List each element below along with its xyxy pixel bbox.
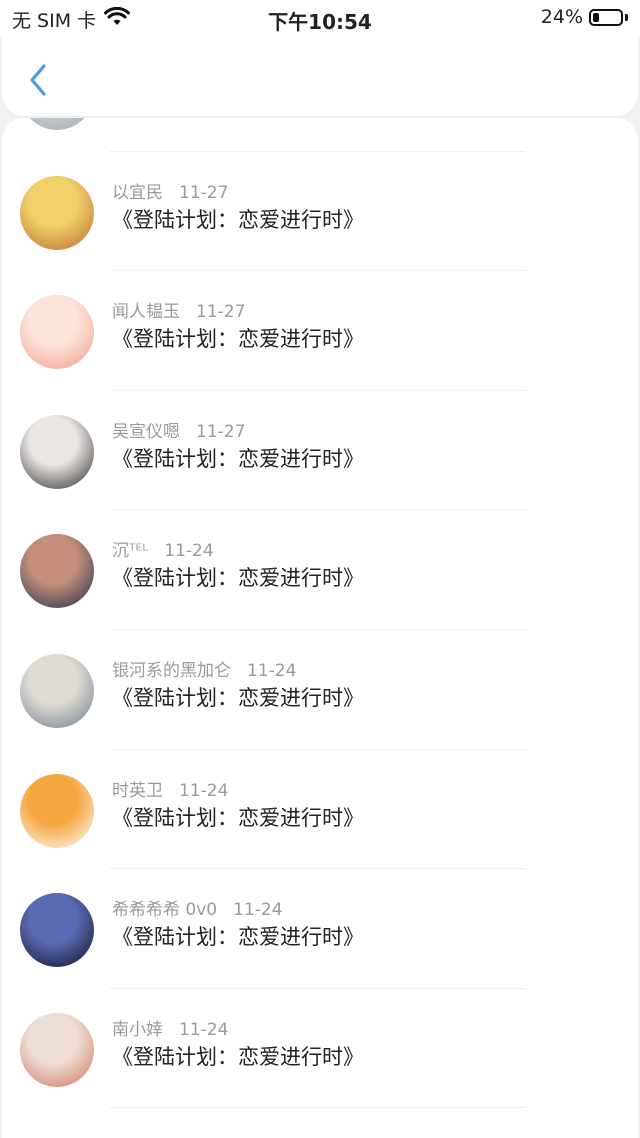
name-line: 南小婞 11-24 (112, 1015, 228, 1040)
name-line: 闻人韫玉 11-27 (112, 297, 245, 322)
message-text: 《登陆计划：恋爱进行时》 (112, 925, 364, 950)
comment-date: 11-27 (179, 182, 229, 203)
chevron-left-icon (30, 64, 46, 96)
comment-date: 11-24 (247, 660, 297, 681)
list-item[interactable]: 沉ᵀᴱᴸ 11-24 《登陆计划：恋爱进行时》 (2, 510, 638, 630)
name-line: 以宜民 11-27 (112, 178, 228, 203)
status-bar: 无 SIM 卡 下午10:54 24% (0, 0, 640, 36)
message-text: 《登陆计划：恋爱进行时》 (112, 685, 364, 710)
battery-percent: 24% (540, 6, 583, 28)
user-name[interactable]: 时英卫 (112, 781, 163, 801)
battery-icon (589, 8, 623, 26)
comment-date: 11-24 (164, 541, 214, 562)
message-text: 《登陆计划：恋爱进行时》 (112, 207, 364, 232)
message-text: 《登陆计划：恋爱进行时》 (112, 327, 364, 352)
navigation-bar (2, 36, 638, 116)
list-item[interactable]: 吴宣仪嗯 11-27 《登陆计划：恋爱进行时》 (2, 391, 638, 511)
user-name[interactable]: 南小婞 (112, 1020, 163, 1040)
name-line: 吴宣仪嗯 11-27 (112, 417, 245, 442)
list-item[interactable]: 以宜民 11-27 《登陆计划：恋爱进行时》 (2, 152, 638, 272)
user-name[interactable]: 银河系的黑加仑 (112, 661, 231, 681)
back-button[interactable] (20, 58, 56, 102)
comment-date: 11-24 (179, 780, 229, 801)
list-item[interactable]: 闻人韫玉 11-27 《登陆计划：恋爱进行时》 (2, 271, 638, 391)
battery-tip (625, 13, 628, 21)
battery-fill (593, 12, 599, 22)
avatar[interactable] (20, 893, 94, 968)
comment-date: 11-27 (196, 421, 246, 442)
avatar[interactable] (20, 295, 94, 370)
list-item[interactable]: 南小婞 11-24 《登陆计划：恋爱进行时》 (2, 989, 638, 1109)
user-name[interactable]: 吴宣仪嗯 (112, 422, 180, 442)
message-text: 《登陆计划：恋爱进行时》 (112, 446, 364, 471)
user-name[interactable]: 沉ᵀᴱᴸ (112, 541, 148, 561)
avatar[interactable] (20, 534, 94, 609)
comment-date: 11-27 (196, 302, 246, 323)
avatar[interactable] (20, 773, 94, 848)
name-line: 银河系的黑加仑 11-24 (112, 656, 296, 681)
user-name[interactable]: 以宜民 (112, 183, 163, 203)
comment-list: 《登陆计划：恋爱进行时》以宜民11-27《登陆计划：恋爱进行时》闻人韫玉11-2… (2, 118, 638, 1109)
list-item[interactable]: 银河系的黑加仑 11-24 《登陆计划：恋爱进行时》 (2, 630, 638, 750)
battery-group: 24% (541, 6, 628, 28)
list-item[interactable]: 《登陆计划：恋爱进行时》 (2, 118, 638, 152)
name-line: 时英卫 11-24 (112, 776, 228, 801)
message-text: 《登陆计划：恋爱进行时》 (112, 1044, 364, 1069)
divider (110, 1107, 526, 1109)
list-item[interactable]: 希希希希 0v0 11-24 《登陆计划：恋爱进行时》 (2, 869, 638, 989)
user-name[interactable]: 希希希希 0v0 (112, 900, 217, 920)
name-line: 沉ᵀᴱᴸ 11-24 (112, 536, 214, 561)
message-text: 《登陆计划：恋爱进行时》 (112, 805, 364, 830)
comment-list-card: 《登陆计划：恋爱进行时》以宜民11-27《登陆计划：恋爱进行时》闻人韫玉11-2… (2, 118, 638, 1138)
list-item[interactable]: 时英卫 11-24 《登陆计划：恋爱进行时》 (2, 750, 638, 870)
comment-date: 11-24 (233, 900, 283, 921)
avatar[interactable] (20, 1012, 94, 1087)
avatar[interactable] (20, 175, 94, 250)
name-line: 希希希希 0v0 11-24 (112, 895, 283, 920)
avatar[interactable] (20, 118, 94, 130)
comment-date: 11-24 (179, 1019, 229, 1040)
avatar[interactable] (20, 414, 94, 489)
avatar[interactable] (20, 653, 94, 728)
message-text: 《登陆计划：恋爱进行时》 (112, 566, 364, 591)
user-name[interactable]: 闻人韫玉 (112, 302, 180, 322)
